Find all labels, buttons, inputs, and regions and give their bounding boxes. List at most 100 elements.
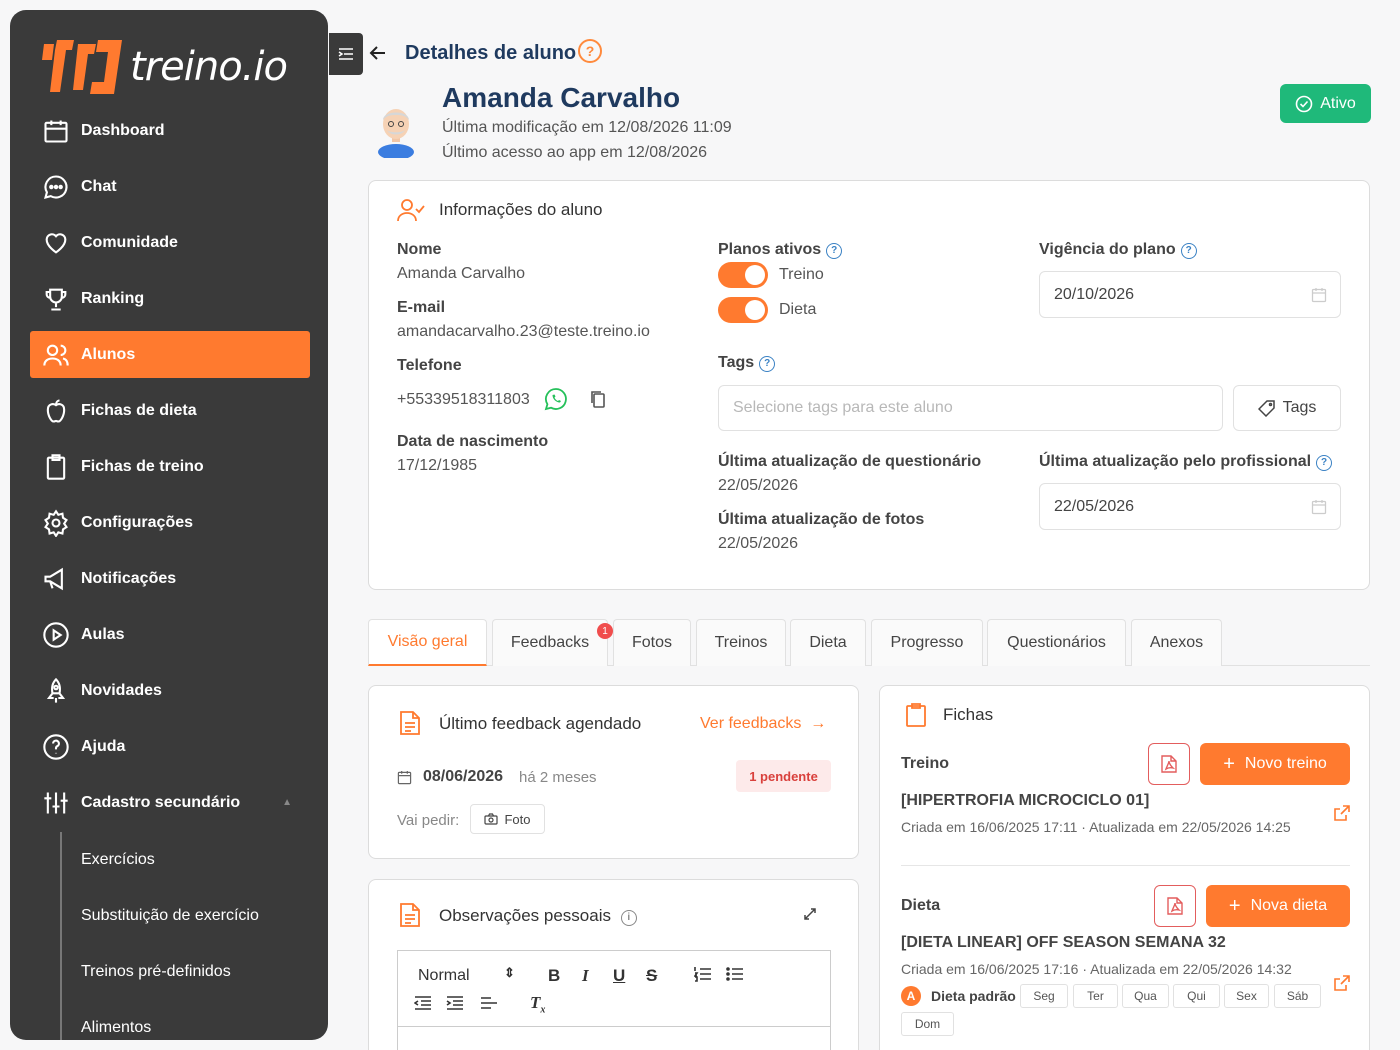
tab-treinos[interactable]: Treinos bbox=[696, 619, 786, 666]
fichas-card: Fichas Treino + Novo treino [HIPERTROFIA… bbox=[879, 685, 1370, 1050]
sidebar-item-configuracoes[interactable]: Configurações bbox=[30, 499, 310, 546]
questionnaire-update-label: Última atualização de questionário bbox=[718, 453, 982, 470]
day-chip: Sáb bbox=[1274, 984, 1321, 1008]
treino-meta: Criada em 16/06/2025 17:11 · Atualizada … bbox=[901, 819, 1291, 835]
sidebar-subitem-substituicao[interactable]: Substituição de exercício bbox=[62, 888, 310, 944]
day-chip: Ter bbox=[1073, 984, 1118, 1008]
external-link-icon[interactable] bbox=[1333, 804, 1351, 822]
plan-treino-toggle[interactable] bbox=[718, 262, 768, 288]
email-label: E-mail bbox=[397, 299, 446, 316]
sidebar-item-fichas-treino[interactable]: Fichas de treino bbox=[30, 443, 310, 490]
tab-dieta[interactable]: Dieta bbox=[790, 619, 866, 666]
back-arrow-icon[interactable] bbox=[367, 42, 389, 64]
indent-icon[interactable] bbox=[446, 995, 464, 1011]
clear-format-icon[interactable]: Tx bbox=[530, 993, 545, 1015]
last-modified: Última modificação em 12/08/2026 11:09 bbox=[442, 119, 732, 136]
sidebar-nav: Dashboard Chat Comunidade Ranking Alunos… bbox=[30, 107, 310, 835]
student-name: Amanda Carvalho bbox=[442, 82, 681, 113]
expand-icon[interactable] bbox=[803, 907, 817, 921]
sidebar-item-cadastro-secundario[interactable]: Cadastro secundário ▲ bbox=[30, 779, 310, 826]
validity-date-input[interactable]: 20/10/2026 bbox=[1039, 271, 1341, 318]
logo[interactable]: treino.io bbox=[42, 32, 288, 102]
tags-button[interactable]: Tags bbox=[1233, 385, 1341, 431]
underline-icon[interactable]: U bbox=[613, 966, 625, 986]
sidebar-item-label: Fichas de dieta bbox=[81, 401, 197, 419]
heart-icon bbox=[45, 232, 67, 254]
sidebar-item-alunos[interactable]: Alunos bbox=[30, 331, 310, 378]
copy-icon[interactable] bbox=[590, 390, 606, 408]
tab-fotos[interactable]: Fotos bbox=[613, 619, 691, 666]
align-icon[interactable] bbox=[480, 995, 498, 1011]
sidebar-item-dashboard[interactable]: Dashboard bbox=[30, 107, 310, 154]
external-link-icon[interactable] bbox=[1333, 974, 1351, 992]
arrow-right-icon: → bbox=[805, 715, 827, 732]
plan-dieta-toggle[interactable] bbox=[718, 297, 768, 323]
new-dieta-label: Nova dieta bbox=[1250, 897, 1328, 914]
observations-card: Observações pessoais i Normal ⇕ B I U S … bbox=[368, 879, 859, 1050]
sidebar-item-label: Configurações bbox=[81, 513, 194, 531]
sidebar-item-label: Cadastro secundário bbox=[81, 793, 241, 811]
plus-icon: + bbox=[1223, 752, 1235, 775]
sidebar-item-ranking[interactable]: Ranking bbox=[30, 275, 310, 322]
tags-select[interactable]: Selecione tags para este aluno bbox=[718, 385, 1223, 431]
sidebar-item-notificacoes[interactable]: Notificações bbox=[30, 555, 310, 602]
observations-title: Observações pessoais i bbox=[439, 906, 637, 926]
treino-label: Treino bbox=[901, 755, 950, 772]
outdent-icon[interactable] bbox=[414, 995, 432, 1011]
treino-name: [HIPERTROFIA MICROCICLO 01] bbox=[901, 792, 1150, 809]
ordered-list-icon[interactable] bbox=[694, 966, 712, 982]
sidebar-item-label: Fichas de treino bbox=[81, 457, 204, 475]
menu-collapse-icon bbox=[338, 48, 353, 60]
professional-update-date-input[interactable]: 22/05/2026 bbox=[1039, 483, 1341, 530]
bold-icon[interactable]: B bbox=[548, 966, 560, 986]
treino-pdf-button[interactable] bbox=[1148, 743, 1190, 785]
info-icon: i bbox=[620, 909, 637, 926]
day-chip: Sex bbox=[1224, 984, 1269, 1008]
users-icon bbox=[43, 344, 69, 366]
sidebar-subitem-treinos-predefinidos[interactable]: Treinos pré-definidos bbox=[62, 944, 310, 1000]
strikethrough-icon[interactable]: S bbox=[646, 966, 657, 986]
sidebar-item-ajuda[interactable]: Ajuda bbox=[30, 723, 310, 770]
bullet-list-icon[interactable] bbox=[726, 966, 744, 982]
calendar-icon bbox=[44, 120, 68, 143]
status-badge[interactable]: Ativo bbox=[1280, 84, 1371, 123]
calendar-icon bbox=[1311, 287, 1327, 302]
feedback-card: Último feedback agendado Ver feedbacks →… bbox=[368, 685, 859, 859]
sidebar-item-novidades[interactable]: Novidades bbox=[30, 667, 310, 714]
help-icon: ? bbox=[1316, 454, 1333, 471]
sidebar-subitem-alimentos[interactable]: Alimentos bbox=[62, 1000, 310, 1040]
sidebar-item-aulas[interactable]: Aulas bbox=[30, 611, 310, 658]
dieta-pdf-button[interactable] bbox=[1154, 885, 1196, 927]
sidebar-item-chat[interactable]: Chat bbox=[30, 163, 310, 210]
italic-icon[interactable]: I bbox=[582, 966, 589, 986]
tags-label: Tags? bbox=[718, 354, 776, 372]
ask-photo-label: Foto bbox=[504, 811, 531, 827]
tab-questionarios[interactable]: Questionários bbox=[987, 619, 1126, 666]
sidebar-item-fichas-dieta[interactable]: Fichas de dieta bbox=[30, 387, 310, 434]
user-check-icon bbox=[397, 199, 425, 222]
help-icon[interactable]: ? bbox=[578, 39, 602, 63]
format-select-value: Normal bbox=[418, 967, 470, 984]
view-feedbacks-link[interactable]: Ver feedbacks → bbox=[700, 715, 826, 733]
tab-visao-geral[interactable]: Visão geral bbox=[368, 619, 487, 666]
new-treino-button[interactable]: + Novo treino bbox=[1200, 743, 1350, 785]
sidebar-item-comunidade[interactable]: Comunidade bbox=[30, 219, 310, 266]
rich-text-editor[interactable]: Normal ⇕ B I U S Tx bbox=[397, 950, 831, 1050]
avatar bbox=[378, 109, 414, 158]
sidebar-item-label: Chat bbox=[81, 177, 117, 195]
feedback-date: 08/06/2026 bbox=[423, 768, 504, 785]
tags-placeholder: Selecione tags para este aluno bbox=[733, 399, 953, 416]
tab-progresso[interactable]: Progresso bbox=[871, 619, 983, 666]
day-chip: Qua bbox=[1122, 984, 1169, 1008]
whatsapp-icon[interactable] bbox=[544, 387, 568, 411]
new-dieta-button[interactable]: + Nova dieta bbox=[1206, 885, 1350, 927]
page-title: Detalhes de aluno bbox=[405, 42, 577, 64]
questionnaire-update-value: 22/05/2026 bbox=[718, 477, 799, 494]
help-icon: ? bbox=[826, 242, 843, 259]
day-chip: Seg bbox=[1020, 984, 1068, 1008]
tab-anexos[interactable]: Anexos bbox=[1131, 619, 1222, 666]
format-select[interactable]: Normal bbox=[418, 967, 470, 985]
sidebar-subitem-exercicios[interactable]: Exercícios bbox=[62, 832, 310, 888]
tab-feedbacks[interactable]: Feedbacks 1 bbox=[492, 619, 613, 666]
collapse-sidebar-button[interactable] bbox=[329, 33, 363, 75]
